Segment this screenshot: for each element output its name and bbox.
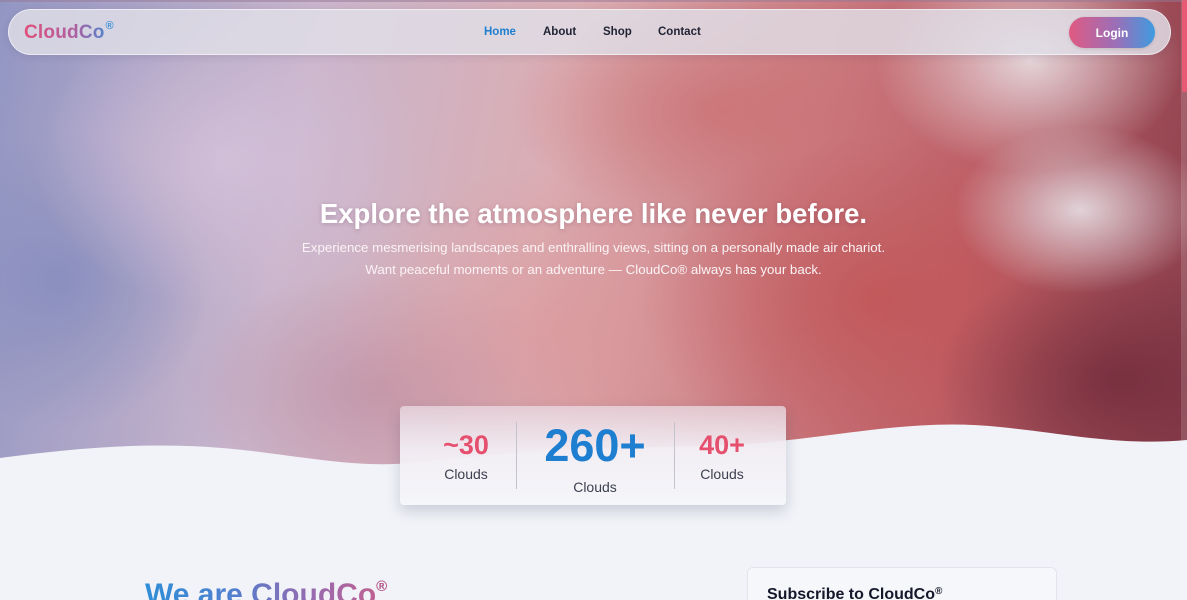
nav-shop-link[interactable]: Shop bbox=[603, 26, 632, 38]
stat-label: Clouds bbox=[444, 466, 488, 482]
stat-value: ~30 bbox=[443, 430, 489, 460]
stats-card: ~30 Clouds 260+ Clouds 40+ Clouds bbox=[400, 406, 786, 505]
stat-divider bbox=[516, 422, 517, 489]
stat-item: 40+ Clouds bbox=[682, 430, 762, 483]
scrollbar-thumb[interactable] bbox=[1182, 0, 1187, 92]
subscribe-heading: Subscribe to CloudCo® bbox=[767, 586, 942, 600]
login-button[interactable]: Login bbox=[1069, 17, 1155, 48]
stat-label: Clouds bbox=[700, 466, 744, 482]
nav-home-link[interactable]: Home bbox=[484, 26, 516, 38]
stat-item: ~30 Clouds bbox=[426, 430, 506, 483]
top-navbar: CloudCo® Home About Shop Contact Login bbox=[8, 9, 1171, 55]
stat-divider bbox=[674, 422, 675, 489]
hero-title: Explore the atmosphere like never before… bbox=[319, 198, 868, 229]
hero-subtitle-line1: Experience mesmerising landscapes and en… bbox=[301, 240, 886, 255]
hero-subtitle-line2: Want peaceful moments or an adventure — … bbox=[365, 262, 822, 277]
subscribe-card: Subscribe to CloudCo® bbox=[747, 567, 1057, 600]
nav-contact-link[interactable]: Contact bbox=[658, 26, 701, 38]
brand-logo[interactable]: CloudCo® bbox=[24, 20, 114, 44]
registered-mark: ® bbox=[105, 20, 114, 32]
stat-value: 40+ bbox=[699, 430, 745, 460]
stat-value: 260+ bbox=[544, 420, 646, 471]
about-heading: We are CloudCo® bbox=[145, 578, 387, 600]
page: CloudCo® Home About Shop Contact Login E… bbox=[0, 0, 1187, 600]
subscribe-heading-text: Subscribe to CloudCo bbox=[767, 586, 935, 600]
stat-item-featured: 260+ Clouds bbox=[528, 423, 662, 495]
stat-label: Clouds bbox=[573, 479, 617, 495]
about-heading-text: We are CloudCo bbox=[145, 578, 377, 600]
registered-mark: ® bbox=[376, 578, 388, 595]
registered-mark: ® bbox=[935, 586, 943, 597]
nav-about-link[interactable]: About bbox=[543, 26, 576, 38]
hero-wave-divider bbox=[0, 424, 1187, 600]
brand-name: CloudCo bbox=[24, 22, 105, 43]
